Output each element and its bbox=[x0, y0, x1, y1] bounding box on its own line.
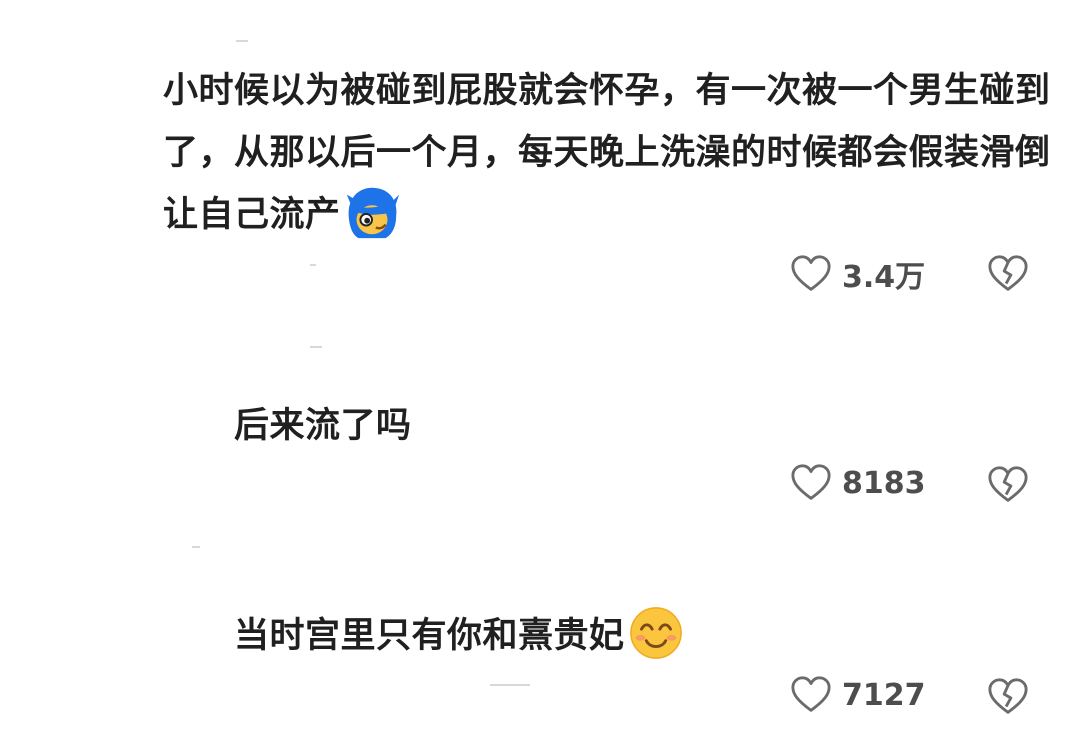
like-count: 8183 bbox=[842, 465, 926, 501]
like-button[interactable]: 3.4万 bbox=[790, 252, 925, 296]
dislike-button[interactable] bbox=[987, 465, 1029, 509]
comment-text: 当时宫里只有你和熹贵妃 bbox=[234, 605, 685, 667]
comment-actions: 8183 bbox=[780, 461, 1040, 511]
like-button[interactable]: 7127 bbox=[790, 675, 926, 715]
smiling-face-emoji-icon bbox=[629, 607, 682, 659]
heart-outline-icon bbox=[791, 255, 831, 291]
like-button[interactable]: 8183 bbox=[790, 463, 926, 503]
like-count: 7127 bbox=[842, 677, 926, 713]
broken-heart-icon bbox=[988, 678, 1028, 714]
comment-text: 后来流了吗 bbox=[234, 406, 412, 446]
heart-outline-icon bbox=[791, 464, 831, 500]
comment-body: 小时候以为被碰到屁股就会怀孕，有一次被一个男生碰到了，从那以后一个月，每天晚上洗… bbox=[163, 71, 1051, 235]
broken-heart-icon bbox=[988, 255, 1028, 291]
blue-hair-peeking-emoji-icon bbox=[346, 187, 399, 239]
broken-heart-icon bbox=[988, 466, 1028, 502]
comment-actions: 3.4万 bbox=[780, 250, 1040, 300]
comment-actions: 7127 bbox=[780, 673, 1040, 723]
dislike-button[interactable] bbox=[987, 677, 1029, 721]
dislike-button[interactable] bbox=[987, 254, 1029, 298]
comment-body: 当时宫里只有你和熹贵妃 bbox=[234, 616, 625, 656]
comment-text: 小时候以为被碰到屁股就会怀孕，有一次被一个男生碰到了，从那以后一个月，每天晚上洗… bbox=[163, 60, 1053, 246]
like-count: 3.4万 bbox=[842, 260, 926, 295]
heart-outline-icon bbox=[791, 676, 831, 712]
